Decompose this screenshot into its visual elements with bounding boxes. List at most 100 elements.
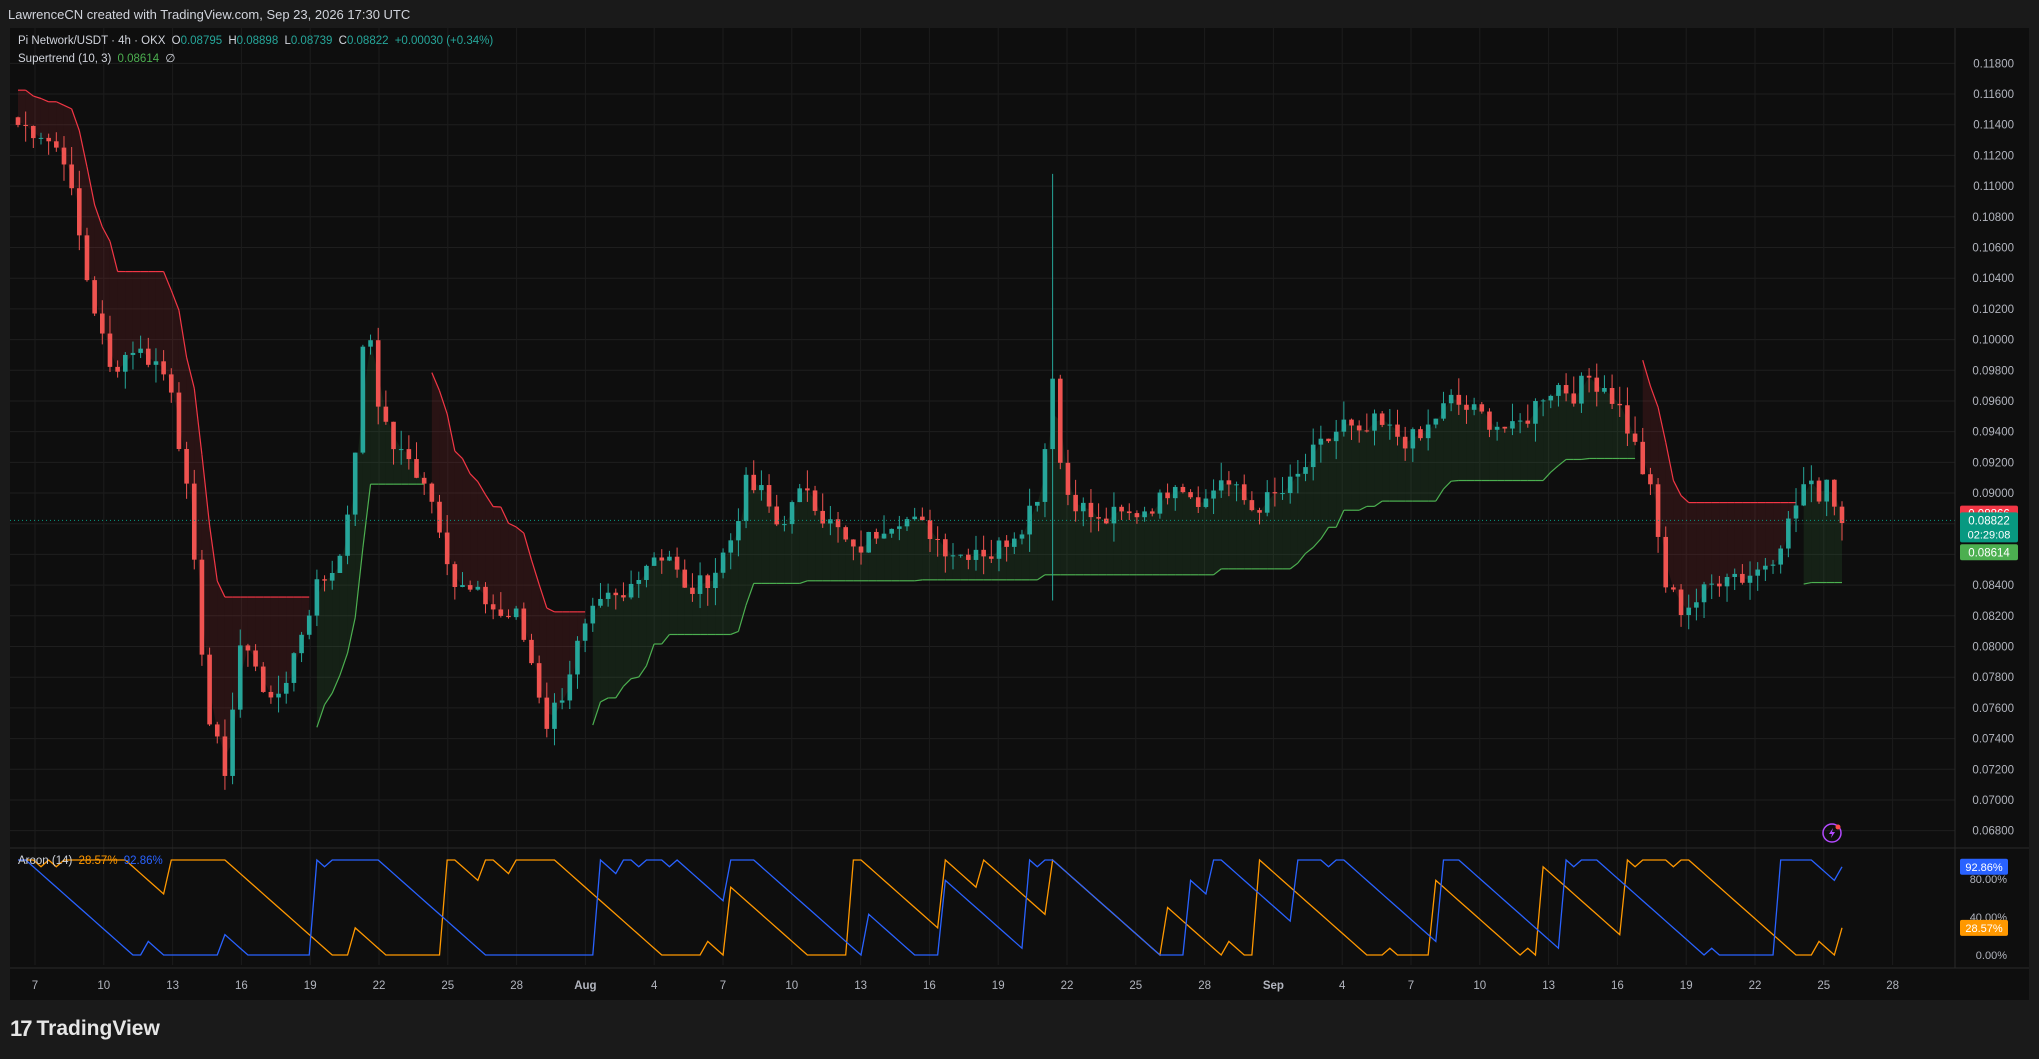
candle-body [1471,404,1477,410]
candle-body [1502,426,1508,429]
candle-body [851,539,856,547]
supertrend-area [1251,505,1260,569]
candle-body [1172,486,1178,499]
candle-body [1103,518,1109,524]
candle-body [1701,584,1707,603]
candle-body [1203,498,1209,507]
aroon-y-tick: 0.00% [1976,950,2007,962]
supertrend-area [1512,420,1521,481]
x-tick-label: 4 [1339,980,1346,992]
candle-body [1349,419,1354,426]
candle-body [1318,438,1324,445]
supertrend-area [1688,502,1697,612]
candle-body [115,366,120,372]
candle-body [1157,492,1163,514]
candle-body [276,693,281,698]
candle-body [1579,375,1584,404]
candle-body [322,579,327,581]
candle-body [1832,479,1837,507]
supertrend-area [707,580,716,635]
supertrend-area [1198,502,1206,575]
tradingview-logo[interactable]: 17 TradingView [10,1014,160,1044]
high-label: H [228,35,237,47]
supertrend-area [1083,507,1091,575]
candle-body [728,540,734,553]
supertrend-area [1757,502,1766,573]
supertrend-area [1474,407,1482,481]
low-value: 0.08739 [290,35,333,47]
candle-body [230,709,235,776]
supertrend-area [1420,431,1429,502]
candle-body [84,235,90,281]
candle-body [889,528,894,534]
supertrend-area [1451,399,1459,482]
supertrend-area [830,521,839,581]
candle-body [1433,418,1439,425]
candle-body [1456,394,1462,405]
open-label: O [171,35,181,47]
candle-body [1111,506,1117,524]
supertrend-area [324,576,333,705]
aroon-down-line [18,858,1843,957]
candle-body [1556,385,1561,396]
x-tick-label: 10 [785,980,798,992]
y-tick-label: 0.07200 [1972,764,2014,776]
candle-body [1594,377,1600,392]
candle-body [1379,413,1385,425]
candle-body [950,555,956,557]
x-tick-label: 28 [1886,980,1899,992]
candle-body [782,524,787,526]
supertrend-area [914,517,923,581]
candle-body [1241,484,1247,501]
candle-body [1425,424,1431,439]
candle-body [1755,569,1760,576]
candle-body [168,374,174,393]
candle-body [130,352,136,355]
candle-body [1441,403,1446,419]
candle-body [521,608,527,640]
candle-body [1487,411,1492,430]
candle-body [222,736,228,776]
supertrend-area [1006,542,1015,580]
candle-body [1464,404,1469,410]
candle-body [69,164,74,189]
low-label: L [284,35,291,47]
candle-body [667,556,672,561]
candle-body [299,634,304,654]
candle-body [1740,573,1745,583]
candle-body [544,697,550,729]
candle-body [1096,517,1101,519]
aroon-legend[interactable]: Aroon (14) 28.57% 92.86% [18,855,166,867]
candle-body [100,313,105,334]
candle-body [191,483,197,560]
candlestick-chart[interactable]: 0.11800 0.11600 0.11400 0.11200 0.11000 0.108… [10,28,2029,1000]
supertrend-area [1297,470,1306,564]
supertrend-area [1221,482,1229,569]
supertrend-area [1819,490,1827,583]
supertrend-legend[interactable]: Supertrend (10, 3) 0.08614 ∅ [18,51,178,65]
supertrend-area [654,559,662,645]
candle-body [927,520,933,540]
supertrend-area [1543,398,1551,481]
candle-body [575,640,580,675]
y-tick-label: 0.09000 [1972,488,2014,500]
price-tag-supertrend-up-text: 0.08614 [1968,547,2010,559]
x-tick-label: 4 [651,980,658,992]
candle-body [38,137,44,139]
supertrend-area [1612,395,1620,459]
supertrend-area [1228,482,1237,569]
candle-body [122,354,128,372]
aroon-up-value: 92.86% [123,855,163,867]
candle-body [1571,393,1577,404]
supertrend-area [1167,492,1176,575]
supertrend-area [270,597,279,696]
candle-body [1126,511,1132,514]
x-tick-label: 25 [1817,980,1830,992]
candle-body [697,575,703,594]
candle-body [1778,548,1783,565]
symbol-name[interactable]: Pi Network/USDT · 4h · OKX [18,35,165,47]
candle-body [414,459,419,478]
alert-icon[interactable] [1822,823,1842,843]
supertrend-area [1090,509,1099,575]
candle-body [360,346,366,453]
